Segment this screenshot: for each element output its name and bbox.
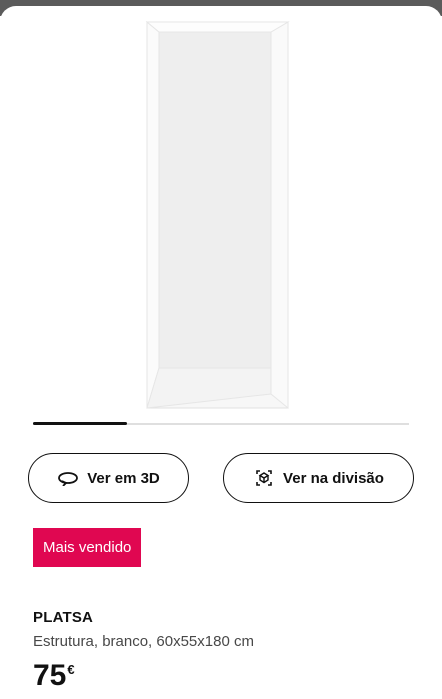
product-description: Estrutura, branco, 60x55x180 cm <box>33 633 254 650</box>
ar-view-icon <box>253 467 275 489</box>
price-currency: € <box>67 662 75 677</box>
best-seller-badge: Mais vendido <box>33 528 142 567</box>
product-image[interactable] <box>130 16 290 416</box>
product-price: 75 € <box>33 656 75 696</box>
rotate-3d-icon <box>57 470 79 486</box>
view-in-room-label: Ver na divisão <box>283 469 384 487</box>
product-name: PLATSA <box>33 609 94 626</box>
carousel-progress-indicator[interactable] <box>33 422 127 425</box>
price-value: 75 <box>33 659 67 692</box>
view-3d-button[interactable]: Ver em 3D <box>28 453 189 503</box>
product-sheet: Ver em 3D Ver na divisão Mais vendido PL… <box>0 6 442 699</box>
view-in-room-button[interactable]: Ver na divisão <box>223 453 414 503</box>
view-3d-label: Ver em 3D <box>87 469 160 487</box>
image-carousel-scrollbar[interactable] <box>33 422 409 425</box>
